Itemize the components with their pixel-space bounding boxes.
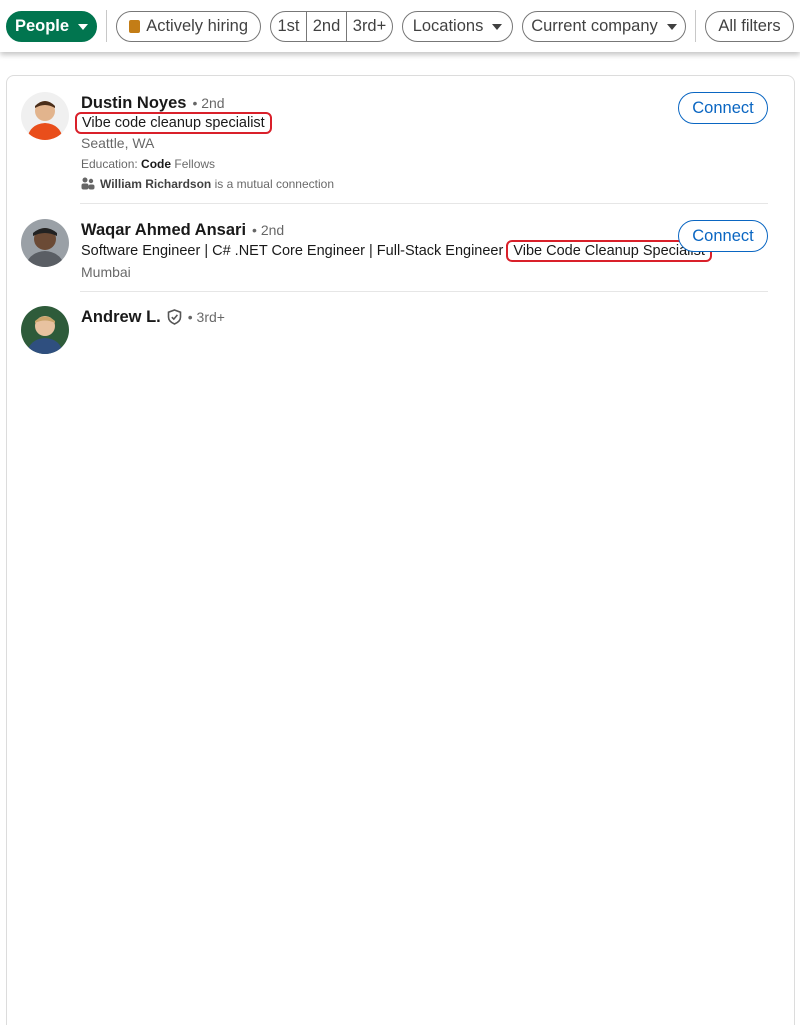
- current-company-filter-label: Current company: [531, 16, 658, 35]
- mutual-connection-text: is a mutual connection: [211, 177, 334, 191]
- filter-divider: [106, 10, 107, 42]
- locations-filter-label: Locations: [412, 16, 484, 35]
- avatar[interactable]: [21, 92, 69, 140]
- filter-2nd-degree[interactable]: 2nd: [307, 11, 347, 41]
- highlighted-headline-text: Vibe code cleanup specialist: [75, 112, 272, 134]
- search-result-item: Andrew L. • 3rd+: [7, 292, 794, 400]
- people-icon: [81, 177, 95, 190]
- connection-degree: • 2nd: [252, 222, 285, 238]
- profile-location: Seattle, WA: [81, 135, 155, 151]
- connect-button[interactable]: Connect: [678, 92, 768, 124]
- verified-shield-icon: [167, 309, 182, 325]
- people-filter-dropdown[interactable]: People: [6, 10, 97, 42]
- connect-button[interactable]: Connect: [678, 220, 768, 252]
- actively-hiring-label: Actively hiring: [146, 16, 248, 35]
- profile-headline: Software Engineer | C# .NET Core Enginee…: [81, 240, 714, 262]
- profile-headline: Vibe code cleanup specialist: [75, 112, 274, 134]
- chevron-down-icon: [492, 23, 503, 30]
- education-label: Education:: [81, 157, 142, 171]
- education-snippet: Education: Code Fellows: [81, 156, 215, 172]
- briefcase-icon: [129, 19, 141, 33]
- avatar[interactable]: [21, 219, 69, 267]
- current-company-filter-dropdown[interactable]: Current company: [522, 10, 686, 42]
- profile-location: Mumbai: [81, 264, 131, 280]
- profile-name-link[interactable]: Andrew L.: [81, 308, 161, 327]
- mutual-connection-insight[interactable]: William Richardson is a mutual connectio…: [81, 176, 334, 192]
- people-filter-label: People: [14, 16, 70, 35]
- filter-divider: [695, 10, 696, 42]
- search-result-item: Dustin Noyes • 2nd Vibe code cleanup spe…: [7, 76, 794, 204]
- profile-name-link[interactable]: Dustin Noyes: [81, 94, 186, 113]
- education-rest: Fellows: [171, 157, 216, 171]
- search-filter-bar: People Actively hiring 1st 2nd 3rd+ Loca…: [0, 0, 800, 52]
- search-results-list: Dustin Noyes • 2nd Vibe code cleanup spe…: [6, 75, 795, 1025]
- all-filters-button[interactable]: All filters: [705, 10, 794, 42]
- result-name-line: Dustin Noyes • 2nd: [81, 92, 225, 114]
- result-name-line: Waqar Ahmed Ansari • 2nd: [81, 219, 284, 241]
- connection-degree: • 3rd+: [187, 309, 225, 325]
- filter-3rd-degree[interactable]: 3rd+: [347, 12, 392, 41]
- mutual-connection-name: William Richardson: [100, 177, 212, 191]
- filter-1st-degree[interactable]: 1st: [271, 11, 307, 41]
- actively-hiring-filter[interactable]: Actively hiring: [116, 10, 261, 42]
- profile-name-link[interactable]: Waqar Ahmed Ansari: [81, 221, 246, 240]
- chevron-down-icon: [78, 23, 89, 30]
- result-name-line: Andrew L. • 3rd+: [81, 306, 225, 328]
- locations-filter-dropdown[interactable]: Locations: [402, 10, 513, 42]
- education-keyword: Code: [141, 157, 172, 171]
- headline-text: Software Engineer | C# .NET Core Enginee…: [81, 243, 504, 259]
- connection-degree-filter: 1st 2nd 3rd+: [270, 10, 393, 42]
- connection-degree: • 2nd: [192, 95, 225, 111]
- avatar[interactable]: [21, 306, 69, 354]
- chevron-down-icon: [666, 23, 677, 30]
- search-result-item: Waqar Ahmed Ansari • 2nd Software Engine…: [7, 204, 794, 292]
